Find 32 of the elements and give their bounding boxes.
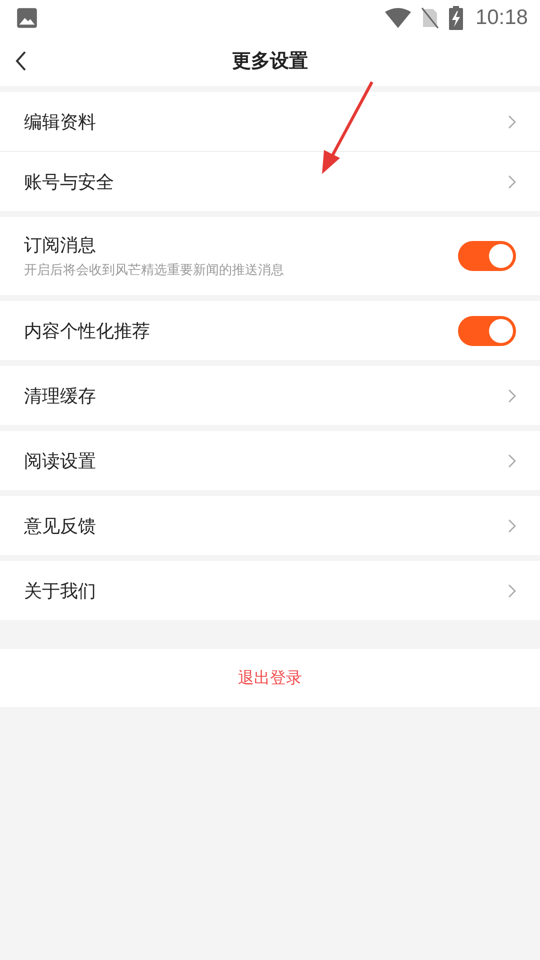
page-title: 更多设置	[232, 49, 308, 74]
wifi-icon	[385, 8, 412, 28]
toggle-switch[interactable]	[458, 316, 516, 346]
row-label: 阅读设置	[24, 450, 96, 472]
toggle-switch[interactable]	[458, 241, 516, 271]
chevron-right-icon	[508, 174, 516, 188]
settings-row[interactable]: 阅读设置	[0, 431, 540, 490]
chevron-right-icon	[508, 114, 516, 128]
chevron-right-icon	[508, 584, 516, 598]
image-icon	[16, 7, 38, 29]
back-icon[interactable]	[15, 50, 27, 72]
chevron-right-icon	[508, 518, 516, 532]
no-sim-icon	[421, 7, 440, 29]
settings-row[interactable]: 清理缓存	[0, 366, 540, 425]
logout-button[interactable]: 退出登录	[0, 649, 540, 707]
battery-charging-icon	[449, 6, 464, 30]
row-label: 编辑资料	[24, 110, 96, 134]
settings-row[interactable]: 编辑资料	[0, 92, 540, 151]
row-label: 订阅消息	[24, 234, 97, 257]
row-description: 开启后将会收到风芒精选重要新闻的推送消息	[24, 262, 284, 279]
row-label: 清理缓存	[24, 384, 96, 408]
chevron-right-icon	[508, 388, 516, 402]
toggle-row[interactable]: 内容个性化推荐	[0, 301, 540, 360]
toggle-row[interactable]: 订阅消息 开启后将会收到风芒精选重要新闻的推送消息	[0, 217, 540, 295]
settings-row[interactable]: 关于我们	[0, 561, 540, 620]
chevron-right-icon	[508, 454, 516, 468]
status-time: 10:18	[475, 6, 528, 30]
row-label: 账号与安全	[24, 170, 114, 194]
settings-row[interactable]: 意见反馈	[0, 496, 540, 555]
row-label: 内容个性化推荐	[24, 320, 150, 342]
row-label: 意见反馈	[24, 514, 96, 538]
row-label: 关于我们	[24, 580, 96, 602]
